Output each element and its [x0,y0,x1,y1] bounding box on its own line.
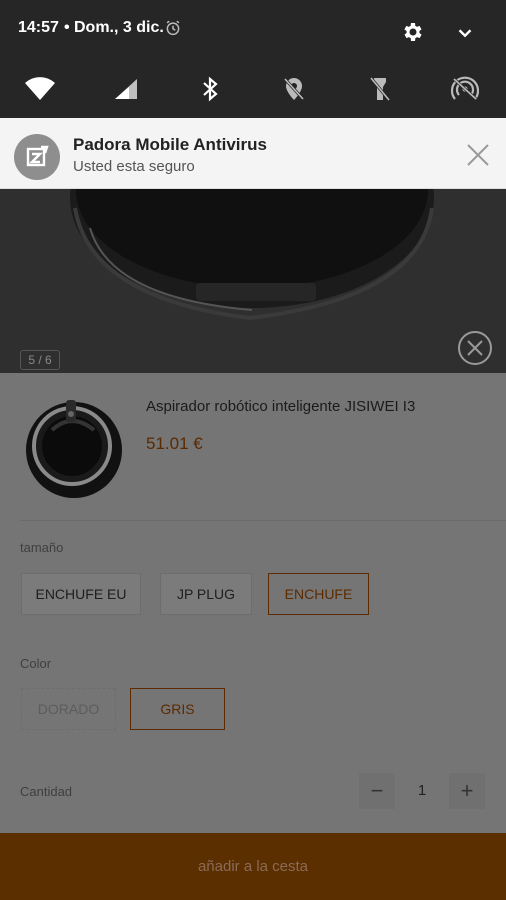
quantity-label: Cantidad [20,784,73,799]
notification-subtitle: Usted esta seguro [73,158,195,175]
status-separator: • [64,19,70,36]
quantity-increase-button[interactable]: + [449,773,485,809]
color-label: Color [20,656,52,671]
location-off-icon[interactable] [277,72,311,106]
status-time: 14:57 [18,19,59,36]
product-thumbnail [26,400,122,498]
notification-title: Padora Mobile Antivirus [73,135,267,154]
hotspot-off-icon[interactable] [448,72,482,106]
robot-vacuum-image [70,188,434,321]
status-row: 14:57 • Dom., 3 dic. [0,0,506,60]
quantity-decrease-button[interactable]: − [359,773,395,809]
plus-icon: + [460,778,474,803]
color-option-dorado[interactable]: DORADO [21,688,116,730]
status-date: Dom., 3 dic. [74,19,164,36]
product-price: 51.01 € [146,434,203,453]
size-label: tamaño [20,540,64,555]
divider [20,520,506,521]
quantity-value: 1 [417,782,427,799]
close-icon[interactable] [464,141,492,169]
minus-icon: − [370,778,384,803]
bluetooth-icon[interactable] [193,72,227,106]
signal-icon[interactable] [108,72,142,106]
product-name: Aspirador robótico inteligente JISIWEI I… [146,398,416,415]
size-option-jp-plug[interactable]: JP PLUG [160,573,252,615]
add-to-cart-button[interactable]: añadir a la cesta [0,833,506,900]
notification-shade: 14:57 • Dom., 3 dic. [0,0,506,118]
size-option-enchufe-eu[interactable]: ENCHUFE EU [21,573,141,615]
gallery-counter: 5 / 6 [20,350,60,370]
quick-settings-tiles [0,72,506,106]
alarm-icon [166,20,180,36]
size-option-enchufe[interactable]: ENCHUFE [268,573,369,615]
settings-gear-icon[interactable] [400,20,424,44]
flashlight-off-icon[interactable] [363,72,397,106]
product-photo [0,188,506,374]
chevron-down-icon[interactable] [454,22,476,44]
close-sheet-icon[interactable] [457,330,493,366]
add-to-cart-label: añadir a la cesta [197,858,309,875]
antivirus-app-icon [14,134,60,180]
color-option-gris[interactable]: GRIS [130,688,225,730]
wifi-icon[interactable] [23,72,57,106]
